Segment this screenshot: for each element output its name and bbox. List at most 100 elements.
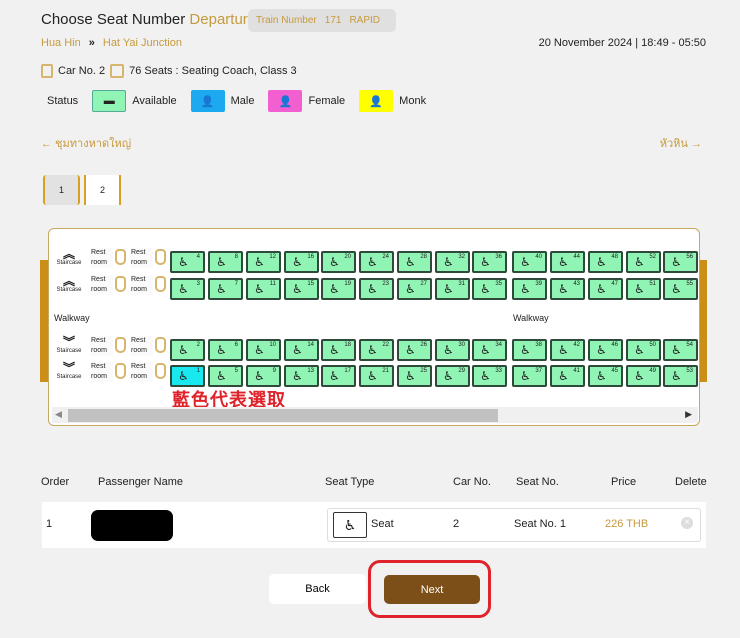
seat-icon: ♿ bbox=[480, 255, 491, 269]
seat-number: 5 bbox=[234, 368, 238, 374]
seat-number: 12 bbox=[269, 254, 276, 260]
seat-12[interactable]: ♿ 12 bbox=[246, 251, 281, 273]
seat-10[interactable]: ♿ 10 bbox=[246, 339, 281, 361]
back-button[interactable]: Back bbox=[269, 574, 366, 604]
route-from: Hua Hin bbox=[41, 37, 81, 49]
seat-27[interactable]: ♿ 27 bbox=[397, 278, 432, 300]
seat-50[interactable]: ♿ 50 bbox=[626, 339, 661, 361]
seat-42[interactable]: ♿ 42 bbox=[550, 339, 585, 361]
seat-1[interactable]: ♿ 1 bbox=[170, 365, 205, 387]
seat-number: 13 bbox=[307, 368, 314, 374]
seat-number: 6 bbox=[234, 342, 238, 348]
staircase-label: Staircase bbox=[56, 287, 82, 293]
seat-9[interactable]: ♿ 9 bbox=[246, 365, 281, 387]
seat-31[interactable]: ♿ 31 bbox=[435, 278, 470, 300]
seat-8[interactable]: ♿ 8 bbox=[208, 251, 243, 273]
seat-51[interactable]: ♿ 51 bbox=[626, 278, 661, 300]
header-order: Order bbox=[41, 476, 70, 488]
seat-18[interactable]: ♿ 18 bbox=[321, 339, 356, 361]
seat-2[interactable]: ♿ 2 bbox=[170, 339, 205, 361]
seat-icon: ♿ bbox=[634, 282, 645, 296]
seat-number: 16 bbox=[307, 254, 314, 260]
seat-36[interactable]: ♿ 36 bbox=[472, 251, 507, 273]
seat-38[interactable]: ♿ 38 bbox=[512, 339, 547, 361]
seat-5[interactable]: ♿ 5 bbox=[208, 365, 243, 387]
seat-number: 49 bbox=[649, 368, 656, 374]
seat-icon: ♿ bbox=[178, 255, 189, 269]
seat-13[interactable]: ♿ 13 bbox=[284, 365, 319, 387]
seat-icon: ♿ bbox=[634, 255, 645, 269]
seat-53[interactable]: ♿ 53 bbox=[663, 365, 698, 387]
seat-19[interactable]: ♿ 19 bbox=[321, 278, 356, 300]
seat-26[interactable]: ♿ 26 bbox=[397, 339, 432, 361]
seat-icon: ♿ bbox=[254, 282, 265, 296]
seat-icon: ♿ bbox=[596, 255, 607, 269]
seat-20[interactable]: ♿ 20 bbox=[321, 251, 356, 273]
seat-41[interactable]: ♿ 41 bbox=[550, 365, 585, 387]
seat-52[interactable]: ♿ 52 bbox=[626, 251, 661, 273]
seat-7[interactable]: ♿ 7 bbox=[208, 278, 243, 300]
seat-30[interactable]: ♿ 30 bbox=[435, 339, 470, 361]
seat-15[interactable]: ♿ 15 bbox=[284, 278, 319, 300]
toilet-icon bbox=[155, 363, 166, 379]
seat-6[interactable]: ♿ 6 bbox=[208, 339, 243, 361]
order-value: 1 bbox=[46, 518, 53, 530]
chevrons-up-icon: ︽ bbox=[62, 247, 75, 261]
page-1-button[interactable]: 1 bbox=[43, 175, 80, 205]
seat-16[interactable]: ♿ 16 bbox=[284, 251, 319, 273]
seat-icon: ♿ bbox=[367, 369, 378, 383]
seat-35[interactable]: ♿ 35 bbox=[472, 278, 507, 300]
seat-number: 29 bbox=[458, 368, 465, 374]
scroll-right-icon[interactable]: ▶ bbox=[685, 409, 692, 420]
seat-48[interactable]: ♿ 48 bbox=[588, 251, 623, 273]
restroom-label: Rest room bbox=[131, 275, 153, 295]
next-button[interactable]: Next bbox=[384, 575, 480, 604]
seat-46[interactable]: ♿ 46 bbox=[588, 339, 623, 361]
seat-21[interactable]: ♿ 21 bbox=[359, 365, 394, 387]
restroom-label: Rest room bbox=[91, 248, 113, 268]
seat-55[interactable]: ♿ 55 bbox=[663, 278, 698, 300]
seat-34[interactable]: ♿ 34 bbox=[472, 339, 507, 361]
prev-car-link[interactable]: ← ชุมทางหาดใหญ่ bbox=[41, 134, 131, 152]
seat-number: 51 bbox=[649, 281, 656, 287]
delete-icon[interactable]: × bbox=[681, 517, 693, 529]
seat-22[interactable]: ♿ 22 bbox=[359, 339, 394, 361]
seat-33[interactable]: ♿ 33 bbox=[472, 365, 507, 387]
scrollbar-thumb[interactable] bbox=[68, 409, 498, 422]
seat-number: 37 bbox=[535, 368, 542, 374]
seat-11[interactable]: ♿ 11 bbox=[246, 278, 281, 300]
seat-32[interactable]: ♿ 32 bbox=[435, 251, 470, 273]
seat-24[interactable]: ♿ 24 bbox=[359, 251, 394, 273]
seat-count-icon bbox=[110, 64, 125, 78]
seat-49[interactable]: ♿ 49 bbox=[626, 365, 661, 387]
car-edge-left bbox=[40, 260, 48, 382]
seat-37[interactable]: ♿ 37 bbox=[512, 365, 547, 387]
seat-icon: ♿ bbox=[634, 369, 645, 383]
seat-44[interactable]: ♿ 44 bbox=[550, 251, 585, 273]
toilet-icon bbox=[155, 249, 166, 265]
seat-40[interactable]: ♿ 40 bbox=[512, 251, 547, 273]
seat-3[interactable]: ♿ 3 bbox=[170, 278, 205, 300]
seat-14[interactable]: ♿ 14 bbox=[284, 339, 319, 361]
seat-23[interactable]: ♿ 23 bbox=[359, 278, 394, 300]
seat-number: 36 bbox=[495, 254, 502, 260]
seat-47[interactable]: ♿ 47 bbox=[588, 278, 623, 300]
seat-icon: ♿ bbox=[520, 282, 531, 296]
next-car-link[interactable]: หัวหิน → bbox=[660, 134, 702, 152]
page-2-button[interactable]: 2 bbox=[84, 175, 121, 205]
seat-4[interactable]: ♿ 4 bbox=[170, 251, 205, 273]
seat-29[interactable]: ♿ 29 bbox=[435, 365, 470, 387]
car-number: Car No. 2 bbox=[58, 65, 106, 77]
seat-icon: ♿ bbox=[671, 282, 682, 296]
seat-number: 3 bbox=[196, 281, 200, 287]
seat-25[interactable]: ♿ 25 bbox=[397, 365, 432, 387]
seat-43[interactable]: ♿ 43 bbox=[550, 278, 585, 300]
seat-17[interactable]: ♿ 17 bbox=[321, 365, 356, 387]
scroll-left-icon[interactable]: ◀ bbox=[55, 409, 62, 420]
seat-54[interactable]: ♿ 54 bbox=[663, 339, 698, 361]
restroom-label: Rest room bbox=[131, 336, 153, 356]
seat-56[interactable]: ♿ 56 bbox=[663, 251, 698, 273]
seat-45[interactable]: ♿ 45 bbox=[588, 365, 623, 387]
seat-28[interactable]: ♿ 28 bbox=[397, 251, 432, 273]
seat-39[interactable]: ♿ 39 bbox=[512, 278, 547, 300]
